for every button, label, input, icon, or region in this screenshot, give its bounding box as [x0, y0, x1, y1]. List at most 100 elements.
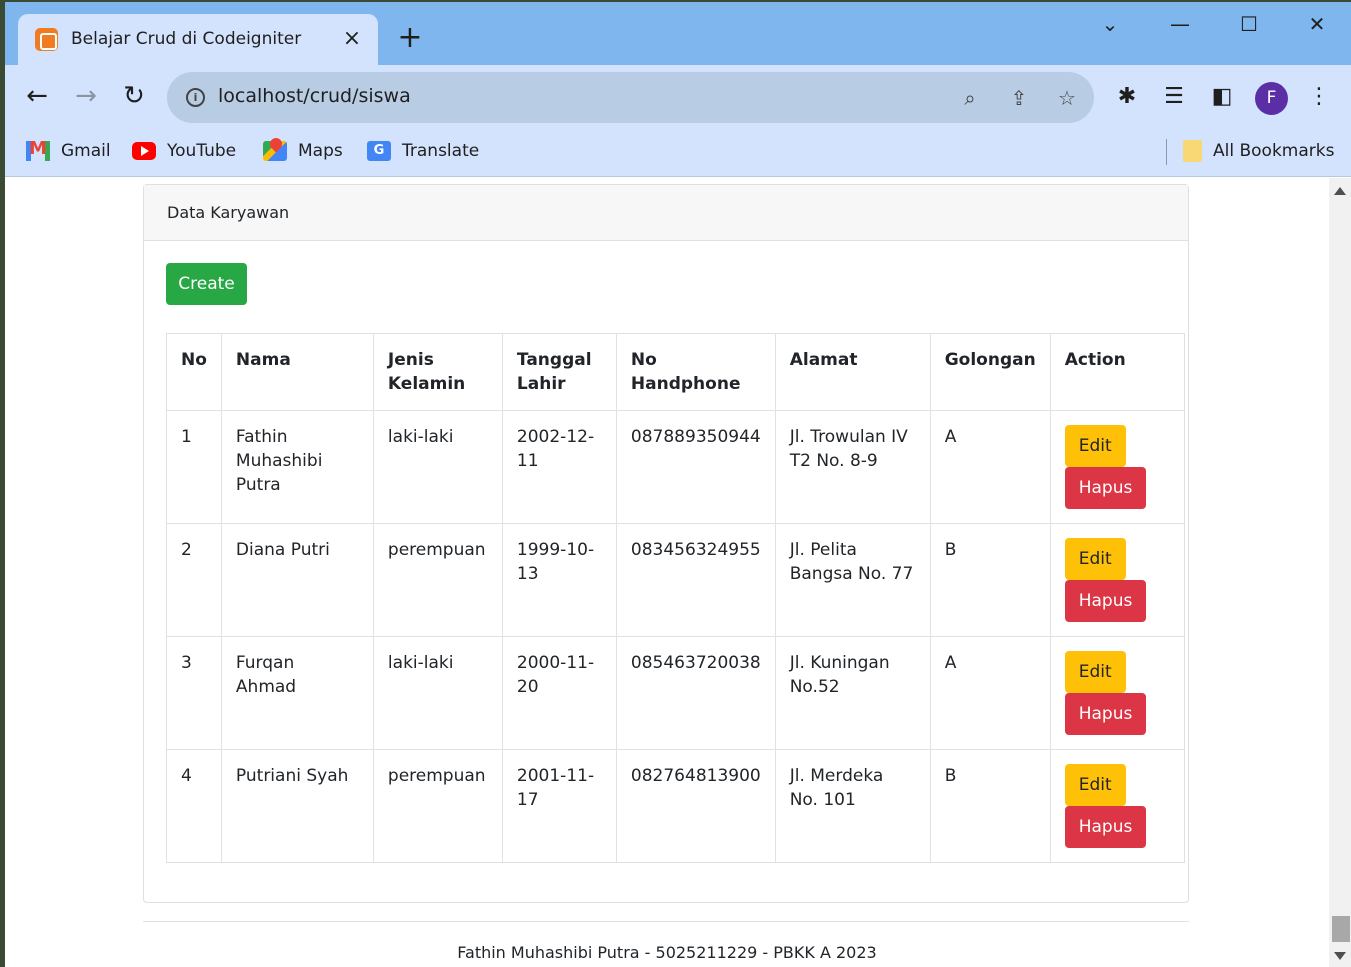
share-icon[interactable]: ⇪	[1006, 85, 1032, 111]
cell-no: 3	[166, 636, 222, 750]
active-tab[interactable]: Belajar Crud di Codeigniter ×	[18, 14, 378, 65]
cell-handphone: 082764813900	[615, 749, 776, 863]
bookmark-gmail[interactable]: Gmail	[26, 138, 111, 164]
bookmark-label: Translate	[402, 141, 480, 161]
footer-divider	[143, 921, 1189, 922]
cell-nama: Diana Putri	[220, 523, 374, 637]
maximize-icon[interactable]: ☐	[1229, 10, 1269, 40]
column-header: Tanggal Lahir	[501, 333, 617, 411]
cell-tanggal-lahir: 1999-10-13	[501, 523, 617, 637]
cell-nama: Furqan Ahmad	[220, 636, 374, 750]
column-header: No Handphone	[615, 333, 776, 411]
cell-golongan: B	[929, 749, 1051, 863]
hapus-button[interactable]: Hapus	[1064, 806, 1147, 848]
page-footer: Fathin Muhashibi Putra - 5025211229 - PB…	[457, 943, 877, 962]
bookmark-translate[interactable]: G Translate	[367, 138, 479, 164]
tab-close-icon[interactable]: ×	[340, 27, 364, 51]
window-close-icon[interactable]: ✕	[1297, 10, 1337, 40]
cell-alamat: Jl. Kuningan No.52	[774, 636, 931, 750]
address-bar[interactable]: i localhost/crud/siswa ⌕ ⇪ ☆	[167, 72, 1094, 123]
cell-tanggal-lahir: 2001-11-17	[501, 749, 617, 863]
scroll-up-icon[interactable]	[1334, 187, 1346, 195]
reload-icon[interactable]: ↻	[118, 81, 150, 113]
cell-jenis-kelamin: perempuan	[372, 523, 503, 637]
edit-button[interactable]: Edit	[1064, 651, 1126, 693]
cell-tanggal-lahir: 2000-11-20	[501, 636, 617, 750]
new-tab-icon[interactable]: +	[395, 23, 425, 54]
tab-strip: Belajar Crud di Codeigniter × + ⌄ — ☐ ✕	[5, 2, 1351, 65]
bookmark-label: Gmail	[61, 141, 111, 161]
scrollbar-thumb[interactable]	[1332, 916, 1350, 942]
edit-button[interactable]: Edit	[1064, 764, 1126, 806]
page-viewport: Data Karyawan Create No Nama Jenis Kelam…	[5, 178, 1329, 967]
column-header: Action	[1049, 333, 1185, 411]
cell-nama: Putriani Syah	[220, 749, 374, 863]
cell-action: Edit Hapus	[1049, 410, 1185, 524]
bookmarks-separator	[1166, 139, 1167, 165]
bookmarks-bar: Gmail YouTube Maps G Translate All Bookm…	[5, 129, 1351, 177]
hapus-button[interactable]: Hapus	[1064, 580, 1147, 622]
toolbar: ← → ↻ i localhost/crud/siswa ⌕ ⇪ ☆ ✱ ☰ ◧…	[5, 65, 1351, 129]
bookmark-youtube[interactable]: YouTube	[132, 138, 236, 164]
cell-handphone: 083456324955	[615, 523, 776, 637]
employee-table: No Nama Jenis Kelamin Tanggal Lahir No H…	[166, 333, 1185, 863]
cell-golongan: B	[929, 523, 1051, 637]
all-bookmarks[interactable]: All Bookmarks	[1183, 138, 1334, 164]
data-card: Data Karyawan Create No Nama Jenis Kelam…	[143, 184, 1189, 903]
table-header-row: No Nama Jenis Kelamin Tanggal Lahir No H…	[166, 333, 1185, 411]
table-row: 3 Furqan Ahmad laki-laki 2000-11-20 0854…	[166, 636, 1185, 750]
create-button[interactable]: Create	[166, 263, 247, 305]
column-header: Jenis Kelamin	[372, 333, 503, 411]
all-bookmarks-label: All Bookmarks	[1213, 141, 1335, 161]
extensions-icon[interactable]: ✱	[1113, 83, 1141, 111]
cell-no: 4	[166, 749, 222, 863]
profile-avatar[interactable]: F	[1255, 82, 1288, 115]
maps-icon	[263, 141, 287, 161]
table-row: 2 Diana Putri perempuan 1999-10-13 08345…	[166, 523, 1185, 637]
cell-tanggal-lahir: 2002-12-11	[501, 410, 617, 524]
table-row: 4 Putriani Syah perempuan 2001-11-17 082…	[166, 749, 1185, 863]
bookmark-maps[interactable]: Maps	[263, 138, 343, 164]
menu-icon[interactable]: ⋮	[1305, 83, 1333, 111]
cell-alamat: Jl. Pelita Bangsa No. 77	[774, 523, 931, 637]
translate-icon: G	[367, 141, 391, 161]
folder-icon	[1183, 140, 1202, 162]
xampp-favicon-icon	[35, 28, 58, 51]
browser-window: Belajar Crud di Codeigniter × + ⌄ — ☐ ✕ …	[5, 2, 1351, 967]
cell-no: 1	[166, 410, 222, 524]
edit-button[interactable]: Edit	[1064, 425, 1126, 467]
url-text[interactable]: localhost/crud/siswa	[218, 85, 411, 107]
tab-title: Belajar Crud di Codeigniter	[71, 29, 302, 49]
column-header: Alamat	[774, 333, 931, 411]
scroll-down-icon[interactable]	[1334, 952, 1346, 960]
zoom-icon[interactable]: ⌕	[957, 85, 983, 111]
cell-jenis-kelamin: perempuan	[372, 749, 503, 863]
media-queue-icon[interactable]: ☰	[1160, 83, 1188, 111]
column-header: No	[166, 333, 222, 411]
minimize-icon[interactable]: —	[1160, 10, 1200, 40]
side-panel-icon[interactable]: ◧	[1208, 83, 1236, 111]
column-header: Nama	[220, 333, 374, 411]
card-title: Data Karyawan	[144, 185, 1188, 241]
cell-jenis-kelamin: laki-laki	[372, 636, 503, 750]
bookmark-label: YouTube	[167, 141, 237, 161]
hapus-button[interactable]: Hapus	[1064, 467, 1147, 509]
cell-action: Edit Hapus	[1049, 523, 1185, 637]
tab-search-icon[interactable]: ⌄	[1090, 10, 1130, 40]
back-icon[interactable]: ←	[21, 81, 53, 113]
vertical-scrollbar[interactable]	[1329, 178, 1351, 967]
bookmark-star-icon[interactable]: ☆	[1054, 85, 1080, 111]
cell-alamat: Jl. Merdeka No. 101	[774, 749, 931, 863]
forward-icon[interactable]: →	[70, 81, 102, 113]
cell-alamat: Jl. Trowulan IV T2 No. 8-9	[774, 410, 931, 524]
cell-handphone: 087889350944	[615, 410, 776, 524]
bookmark-label: Maps	[298, 141, 343, 161]
cell-action: Edit Hapus	[1049, 636, 1185, 750]
column-header: Golongan	[929, 333, 1051, 411]
gmail-icon	[26, 138, 50, 161]
cell-jenis-kelamin: laki-laki	[372, 410, 503, 524]
site-info-icon[interactable]: i	[186, 88, 205, 107]
hapus-button[interactable]: Hapus	[1064, 693, 1147, 735]
edit-button[interactable]: Edit	[1064, 538, 1126, 580]
cell-golongan: A	[929, 636, 1051, 750]
